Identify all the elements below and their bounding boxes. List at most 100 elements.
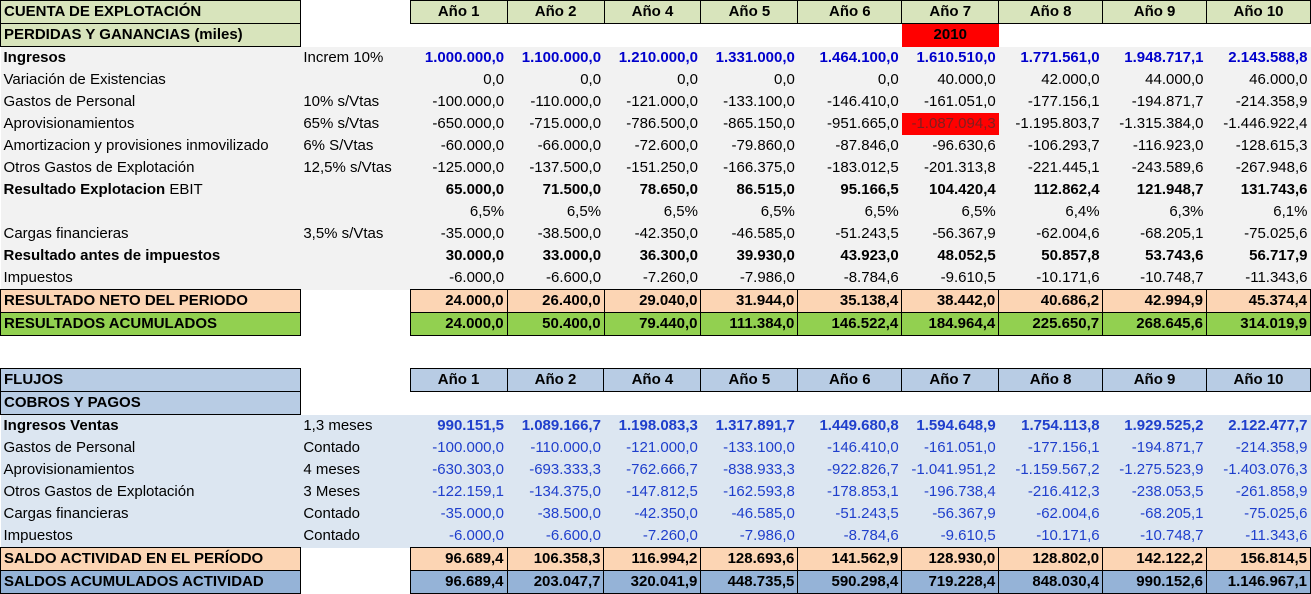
total-value: 719.228,4 <box>901 570 1000 594</box>
total-value: 146.522,4 <box>797 312 903 336</box>
row-label-text: Resultado antes de impuestos <box>3 247 221 264</box>
table-row: Ingresos Increm 10% 1.000.000,0 1.100.000,0… <box>0 46 1311 69</box>
row-label: Impuestos <box>0 267 301 290</box>
year-marker-badge: 2010 <box>901 23 999 47</box>
row-note: Increm 10% <box>300 46 411 69</box>
value-cell: 1.754.113,8 <box>998 414 1103 437</box>
value-cell: -650.000,0 <box>410 113 508 135</box>
row-label: Amortizacion y provisiones inmovilizado <box>0 135 301 157</box>
value-cell: -201.313,8 <box>901 157 999 179</box>
table-row: Cargas financieras Contado -35.000,0 -38.50… <box>0 503 1311 525</box>
value-cell: -10.171,6 <box>998 267 1103 290</box>
total-value: 38.442,0 <box>901 289 1000 313</box>
value-cell: 6,5% <box>797 201 902 223</box>
value-cell: -177.156,1 <box>998 437 1103 459</box>
table-row: Aprovisionamientos 4 meses -630.303,0 -693.… <box>0 459 1311 481</box>
value-cell: -9.610,5 <box>901 525 999 548</box>
value-cell: -87.846,0 <box>797 135 902 157</box>
value-cell: -72.600,0 <box>604 135 701 157</box>
row-label-text: Cargas financieras <box>3 225 129 242</box>
subheader-blank <box>1102 23 1207 47</box>
section-title: CUENTA DE EXPLOTACIÓN <box>0 0 301 24</box>
value-cell: 48.052,5 <box>901 245 999 267</box>
value-cell: -214.358,9 <box>1206 91 1311 113</box>
value-cell: -79.860,0 <box>700 135 798 157</box>
total-label: RESULTADO NETO DEL PERIODO <box>0 289 301 313</box>
subheader-blank <box>1102 391 1207 415</box>
row-label: Otros Gastos de Explotación <box>0 481 301 503</box>
value-cell: -216.412,3 <box>998 481 1103 503</box>
value-cell: 0,0 <box>507 69 605 91</box>
value-cell: -194.871,7 <box>1102 437 1207 459</box>
row-label <box>0 201 301 223</box>
row-label: Aprovisionamientos <box>0 113 301 135</box>
row-label: Variación de Existencias <box>0 69 301 91</box>
year-header: Año 4 <box>603 368 702 392</box>
saldos-acumulados-row: SALDOS ACUMULADOS ACTIVIDAD 96.689,4 203.0… <box>0 570 1311 594</box>
value-cell: -1.195.803,7 <box>998 113 1103 135</box>
row-label-text: Ingresos Ventas <box>3 417 119 434</box>
subheader-blank <box>604 23 701 47</box>
value-cell: -146.410,0 <box>797 91 902 113</box>
value-cell: 131.743,6 <box>1206 179 1311 201</box>
value-cell: -110.000,0 <box>507 91 605 113</box>
value-cell: -267.948,6 <box>1206 157 1311 179</box>
subheader-blank <box>797 23 902 47</box>
subheader-blank <box>700 23 798 47</box>
section-subtitle: COBROS Y PAGOS <box>0 391 301 415</box>
value-cell: -96.630,6 <box>901 135 999 157</box>
total-value: 448.735,5 <box>700 570 799 594</box>
header-row: FLUJOS Año 1 Año 2 Año 4 Año 5 Año 6 Año 7 Año … <box>0 368 1311 392</box>
value-cell: 71.500,0 <box>507 179 605 201</box>
row-label-text: Impuestos <box>3 269 73 286</box>
value-cell: 1.610.510,0 <box>901 46 999 69</box>
resultados-acumulados-row: RESULTADOS ACUMULADOS 24.000,0 50.400,0 79.… <box>0 312 1311 336</box>
table-row: Resultado Explotacion EBIT 65.000,0 71.500… <box>0 179 1311 201</box>
value-cell: 6,1% <box>1206 201 1311 223</box>
total-value: 128.693,6 <box>700 547 799 571</box>
total-value: 106.358,3 <box>506 547 605 571</box>
value-cell: -693.333,3 <box>507 459 604 481</box>
total-value: 128.802,0 <box>998 547 1104 571</box>
value-cell: -1.275.523,9 <box>1102 459 1207 481</box>
table-row: Variación de Existencias 0,0 0,0 0,0 0,0 0,0 4… <box>0 69 1311 91</box>
value-cell: 6,4% <box>998 201 1103 223</box>
value-cell: -1.403.076,3 <box>1206 459 1311 481</box>
value-cell: -133.100,0 <box>700 437 798 459</box>
header-blank <box>300 0 411 24</box>
value-cell: -7.260,0 <box>603 525 701 548</box>
value-cell: 1.929.525,2 <box>1102 414 1207 437</box>
row-note <box>300 267 411 290</box>
value-cell: 1.198.083,3 <box>603 414 701 437</box>
table-row: Impuestos -6.000,0 -6.600,0 -7.260,0 -7.986,… <box>0 267 1311 290</box>
table-row: 6,5% 6,5% 6,5% 6,5% 6,5% 6,5% 6,4% 6,3% 6,1% <box>0 201 1311 223</box>
value-cell: -68.205,1 <box>1102 223 1207 245</box>
value-cell: 1.317.891,7 <box>700 414 798 437</box>
total-blank <box>300 289 411 313</box>
value-cell: -51.243,5 <box>797 503 902 525</box>
value-cell: -147.812,5 <box>603 481 701 503</box>
total-blank <box>300 570 411 594</box>
value-cell: -137.500,0 <box>507 157 605 179</box>
total-label: SALDO ACTIVIDAD EN EL PERÍODO <box>0 547 301 571</box>
subheader-blank <box>410 391 508 415</box>
total-value: 156.814,5 <box>1206 547 1311 571</box>
total-value: 35.138,4 <box>797 289 903 313</box>
table-row: Resultado antes de impuestos 30.000,0 33.0… <box>0 245 1311 267</box>
value-cell: 43.923,0 <box>797 245 902 267</box>
header-blank <box>300 368 411 392</box>
value-cell: -715.000,0 <box>507 113 605 135</box>
table-row: Amortizacion y provisiones inmovilizado 6… <box>0 135 1311 157</box>
year-header: Año 8 <box>998 368 1104 392</box>
value-cell: -38.500,0 <box>507 503 604 525</box>
value-cell: 39.930,0 <box>700 245 798 267</box>
value-cell: -177.156,1 <box>998 91 1103 113</box>
row-label: Resultado antes de impuestos <box>0 245 301 267</box>
value-cell: -46.585,0 <box>700 223 798 245</box>
value-cell: 1.464.100,0 <box>797 46 902 69</box>
value-cell: 112.862,4 <box>998 179 1103 201</box>
row-note <box>300 245 411 267</box>
row-note <box>300 179 411 201</box>
value-cell: 1.100.000,0 <box>507 46 605 69</box>
row-note: 3,5% s/Vtas <box>300 223 411 245</box>
